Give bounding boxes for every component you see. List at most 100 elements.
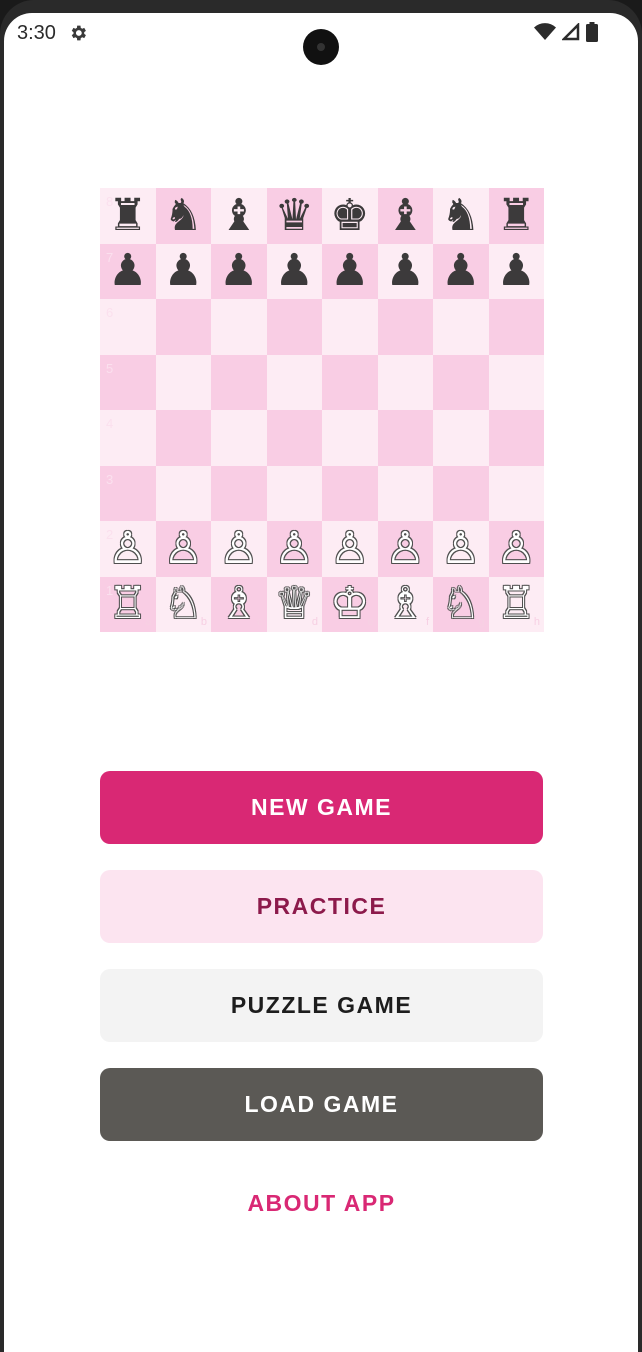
square-a2[interactable]: 2 ♙ (100, 521, 156, 577)
square-e3[interactable] (322, 465, 378, 521)
square-g7[interactable]: ♟ (433, 243, 489, 299)
square-a8[interactable]: 8 ♜ (100, 188, 156, 244)
black-piece-icon[interactable]: ♟ (219, 249, 258, 293)
square-g8[interactable]: ♞ (433, 188, 489, 244)
square-f3[interactable] (377, 465, 433, 521)
square-b3[interactable] (155, 465, 211, 521)
square-g6[interactable] (433, 299, 489, 355)
square-c6[interactable] (211, 299, 267, 355)
square-d5[interactable] (266, 354, 322, 410)
square-g4[interactable] (433, 410, 489, 466)
square-c5[interactable] (211, 354, 267, 410)
about-app-button[interactable]: ABOUT APP (100, 1168, 543, 1238)
square-b5[interactable] (155, 354, 211, 410)
new-game-button[interactable]: NEW GAME (100, 771, 543, 844)
white-piece-icon[interactable]: ♙ (441, 526, 480, 571)
black-piece-icon[interactable]: ♚ (330, 193, 369, 238)
black-piece-icon[interactable]: ♟ (275, 249, 314, 293)
square-a3[interactable]: 3 (100, 465, 156, 521)
white-piece-icon[interactable]: ♘ (441, 582, 480, 626)
square-d2[interactable]: ♙ (266, 521, 322, 577)
square-d1[interactable]: d ♕ (266, 576, 322, 632)
square-h8[interactable]: ♜ (488, 188, 544, 244)
square-c4[interactable] (211, 410, 267, 466)
white-piece-icon[interactable]: ♔ (330, 582, 369, 626)
square-f1[interactable]: f ♗ (377, 576, 433, 632)
square-c2[interactable]: ♙ (211, 521, 267, 577)
white-piece-icon[interactable]: ♖ (108, 582, 147, 626)
square-f5[interactable] (377, 354, 433, 410)
square-b4[interactable] (155, 410, 211, 466)
black-piece-icon[interactable]: ♜ (497, 193, 536, 238)
square-h7[interactable]: ♟ (488, 243, 544, 299)
square-d4[interactable] (266, 410, 322, 466)
square-e4[interactable] (322, 410, 378, 466)
square-c8[interactable]: ♝ (211, 188, 267, 244)
black-piece-icon[interactable]: ♛ (275, 193, 314, 238)
black-piece-icon[interactable]: ♜ (108, 193, 147, 238)
square-c1[interactable]: c ♗ (211, 576, 267, 632)
square-h3[interactable] (488, 465, 544, 521)
square-d8[interactable]: ♛ (266, 188, 322, 244)
black-piece-icon[interactable]: ♝ (219, 193, 258, 238)
square-b1[interactable]: b ♘ (155, 576, 211, 632)
white-piece-icon[interactable]: ♗ (219, 582, 258, 626)
square-g5[interactable] (433, 354, 489, 410)
square-f6[interactable] (377, 299, 433, 355)
load-game-button[interactable]: LOAD GAME (100, 1068, 543, 1141)
square-b6[interactable] (155, 299, 211, 355)
white-piece-icon[interactable]: ♗ (386, 582, 425, 626)
black-piece-icon[interactable]: ♟ (386, 249, 425, 293)
square-a6[interactable]: 6 (100, 299, 156, 355)
square-f7[interactable]: ♟ (377, 243, 433, 299)
square-a4[interactable]: 4 (100, 410, 156, 466)
white-piece-icon[interactable]: ♘ (164, 582, 203, 626)
square-c7[interactable]: ♟ (211, 243, 267, 299)
white-piece-icon[interactable]: ♕ (275, 582, 314, 626)
square-a1[interactable]: 1 a ♖ (100, 576, 156, 632)
black-piece-icon[interactable]: ♞ (441, 193, 480, 238)
square-a7[interactable]: 7 ♟ (100, 243, 156, 299)
square-f8[interactable]: ♝ (377, 188, 433, 244)
square-e8[interactable]: ♚ (322, 188, 378, 244)
white-piece-icon[interactable]: ♙ (386, 526, 425, 571)
square-a5[interactable]: 5 (100, 354, 156, 410)
white-piece-icon[interactable]: ♙ (497, 526, 536, 571)
white-piece-icon[interactable]: ♙ (275, 526, 314, 571)
square-c3[interactable] (211, 465, 267, 521)
black-piece-icon[interactable]: ♟ (330, 249, 369, 293)
square-e6[interactable] (322, 299, 378, 355)
square-h1[interactable]: h ♖ (488, 576, 544, 632)
square-h5[interactable] (488, 354, 544, 410)
chess-board[interactable]: 8 ♜ ♞ ♝ ♛ ♚ ♝ ♞ ♜ 7 ♟ ♟ ♟ ♟ ♟ ♟ ♟ ♟ 6 5 4 3 2 ♙ ♙ ♙ ♙ ♙ ♙ ♙ ♙ 1 a ♖ b ♘ c ♗ d ♕… (100, 188, 544, 632)
square-e2[interactable]: ♙ (322, 521, 378, 577)
square-b2[interactable]: ♙ (155, 521, 211, 577)
black-piece-icon[interactable]: ♟ (441, 249, 480, 293)
square-e5[interactable] (322, 354, 378, 410)
practice-button[interactable]: PRACTICE (100, 870, 543, 943)
square-f4[interactable] (377, 410, 433, 466)
square-f2[interactable]: ♙ (377, 521, 433, 577)
square-e7[interactable]: ♟ (322, 243, 378, 299)
square-b7[interactable]: ♟ (155, 243, 211, 299)
white-piece-icon[interactable]: ♙ (164, 526, 203, 571)
square-d6[interactable] (266, 299, 322, 355)
black-piece-icon[interactable]: ♟ (108, 249, 147, 293)
white-piece-icon[interactable]: ♙ (219, 526, 258, 571)
white-piece-icon[interactable]: ♖ (497, 582, 536, 626)
square-h2[interactable]: ♙ (488, 521, 544, 577)
square-h6[interactable] (488, 299, 544, 355)
square-d7[interactable]: ♟ (266, 243, 322, 299)
black-piece-icon[interactable]: ♟ (164, 249, 203, 293)
puzzle-game-button[interactable]: PUZZLE GAME (100, 969, 543, 1042)
square-d3[interactable] (266, 465, 322, 521)
white-piece-icon[interactable]: ♙ (108, 526, 147, 571)
square-b8[interactable]: ♞ (155, 188, 211, 244)
square-h4[interactable] (488, 410, 544, 466)
black-piece-icon[interactable]: ♟ (497, 249, 536, 293)
black-piece-icon[interactable]: ♝ (386, 193, 425, 238)
black-piece-icon[interactable]: ♞ (164, 193, 203, 238)
square-g2[interactable]: ♙ (433, 521, 489, 577)
square-g1[interactable]: g ♘ (433, 576, 489, 632)
square-g3[interactable] (433, 465, 489, 521)
